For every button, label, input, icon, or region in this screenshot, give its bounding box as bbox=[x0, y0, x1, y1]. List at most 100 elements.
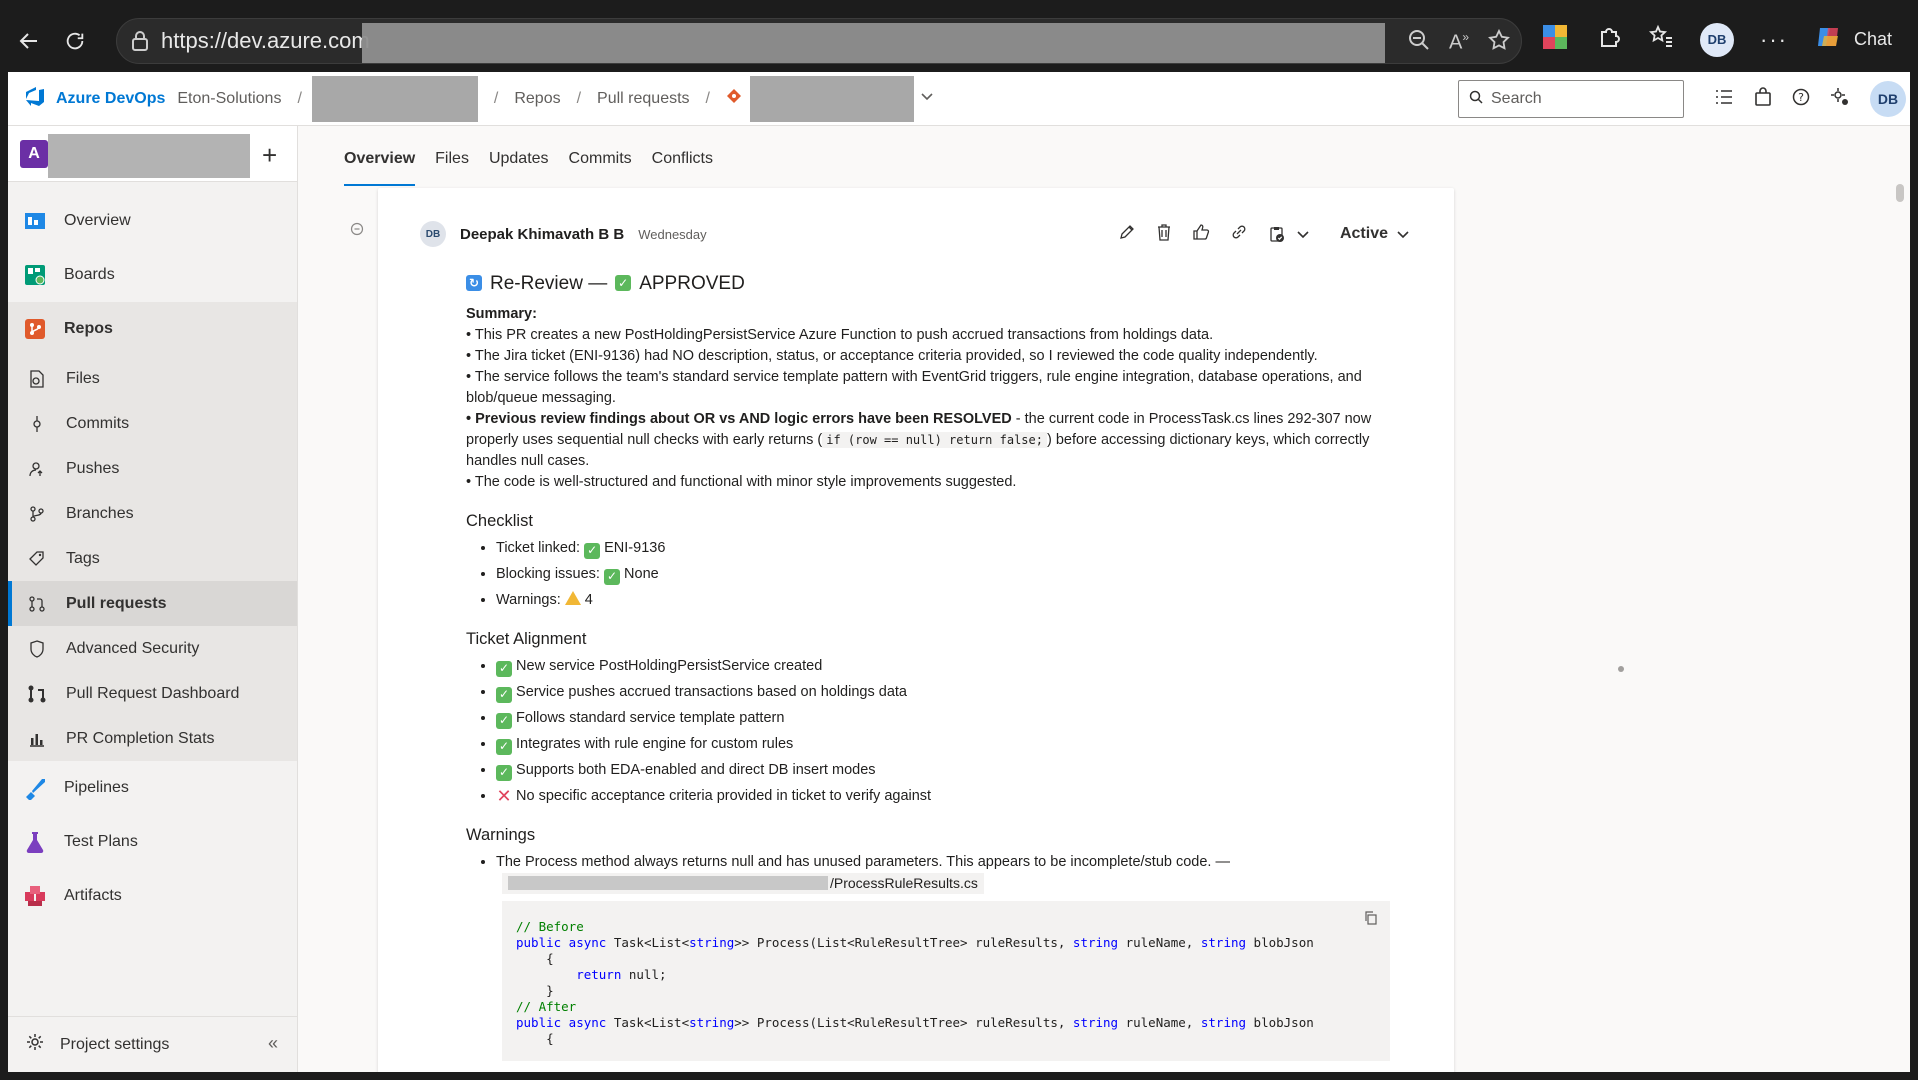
task-list-icon[interactable] bbox=[1714, 87, 1734, 112]
sidebar-item-repos[interactable]: Repos bbox=[8, 302, 297, 356]
code-type: string bbox=[689, 1015, 735, 1030]
top-navigation: Azure DevOps Eton-Solutions / / Repos / … bbox=[8, 72, 1910, 126]
breadcrumb-pull-requests[interactable]: Pull requests bbox=[597, 90, 690, 108]
sidebar-item-pr-completion-stats[interactable]: PR Completion Stats bbox=[8, 716, 297, 761]
overview-icon bbox=[20, 209, 50, 233]
resolve-status-icon[interactable] bbox=[1268, 225, 1310, 243]
bar-chart-icon bbox=[22, 730, 52, 748]
redacted-project[interactable] bbox=[311, 75, 478, 122]
sidebar-item-artifacts[interactable]: Artifacts bbox=[8, 869, 297, 923]
brand-label: Azure DevOps bbox=[56, 89, 166, 107]
artifacts-icon bbox=[20, 884, 50, 908]
sidebar-item-files[interactable]: Files bbox=[8, 356, 297, 401]
list-item: ✓ Service pushes accrued transactions ba… bbox=[496, 682, 1396, 703]
gear-icon bbox=[26, 1033, 44, 1056]
code-text: } bbox=[516, 983, 554, 998]
extension-icon[interactable] bbox=[1540, 22, 1570, 57]
read-aloud-icon[interactable]: A» bbox=[1449, 30, 1469, 55]
azure-devops-home[interactable]: Azure DevOps bbox=[22, 84, 165, 113]
chevron-down-icon[interactable] bbox=[920, 89, 934, 108]
summary-line: • The service follows the team's standar… bbox=[466, 369, 1362, 406]
commit-icon bbox=[22, 415, 52, 433]
summary-heading: Summary: bbox=[466, 306, 537, 322]
browser-profile-avatar[interactable]: DB bbox=[1700, 22, 1734, 57]
list-item: ✕ No specific acceptance criteria provid… bbox=[496, 786, 1396, 807]
file-path-ref[interactable]: /ProcessRuleResults.cs bbox=[502, 873, 984, 894]
sidebar-item-tags[interactable]: Tags bbox=[8, 536, 297, 581]
link-icon[interactable] bbox=[1230, 223, 1248, 246]
sidebar-item-boards[interactable]: Boards bbox=[8, 248, 297, 302]
sidebar-item-label: Pushes bbox=[66, 459, 120, 477]
help-icon[interactable]: ? bbox=[1792, 88, 1810, 111]
sidebar-item-label: Pipelines bbox=[64, 779, 129, 796]
back-icon[interactable] bbox=[10, 22, 48, 60]
boards-icon bbox=[20, 263, 50, 287]
sidebar-item-commits[interactable]: Commits bbox=[8, 401, 297, 446]
like-icon[interactable] bbox=[1192, 223, 1210, 246]
refresh-emoji-icon: ↻ bbox=[466, 275, 482, 291]
check-emoji-icon: ✓ bbox=[496, 712, 512, 729]
search-box[interactable]: Search bbox=[1458, 80, 1684, 118]
add-icon[interactable]: + bbox=[262, 140, 277, 171]
sidebar-item-advanced-security[interactable]: Advanced Security bbox=[8, 626, 297, 671]
checklist-label: Blocking issues: bbox=[496, 566, 600, 582]
refresh-icon[interactable] bbox=[56, 22, 94, 60]
code-keyword: public async bbox=[516, 1015, 607, 1030]
collapse-sidebar-icon[interactable]: « bbox=[268, 1033, 278, 1054]
scrollbar-thumb[interactable] bbox=[1896, 184, 1904, 202]
project-selector[interactable]: A + bbox=[8, 126, 297, 182]
redacted-url bbox=[362, 23, 1385, 63]
tag-icon bbox=[22, 550, 52, 568]
check-emoji-icon: ✓ bbox=[496, 764, 512, 781]
comment-status-dropdown[interactable]: Active bbox=[1340, 225, 1410, 243]
author-name: Deepak Khimavath B B bbox=[460, 225, 625, 243]
tab-overview[interactable]: Overview bbox=[344, 126, 416, 192]
sidebar-item-pipelines[interactable]: Pipelines bbox=[8, 761, 297, 815]
breadcrumb-separator: / bbox=[705, 89, 710, 107]
favorites-icon[interactable] bbox=[1648, 24, 1674, 55]
favorite-star-icon[interactable] bbox=[1487, 28, 1511, 57]
files-icon bbox=[22, 369, 52, 388]
code-text: { bbox=[516, 951, 554, 966]
tab-files[interactable]: Files bbox=[435, 126, 469, 192]
sidebar-item-branches[interactable]: Branches bbox=[8, 491, 297, 536]
copilot-button[interactable]: Chat bbox=[1814, 22, 1892, 57]
breadcrumb-repos[interactable]: Repos bbox=[514, 90, 560, 108]
comment-date: Wednesday bbox=[638, 226, 707, 242]
browser-toolbar: https://dev.azure.com A» DB ··· Chat bbox=[0, 14, 1918, 68]
user-avatar[interactable]: DB bbox=[1870, 81, 1906, 117]
project-settings[interactable]: Project settings « bbox=[8, 1016, 298, 1072]
checklist: Ticket linked: ✓ ENI-9136 Blocking issue… bbox=[466, 538, 1396, 611]
tab-conflicts[interactable]: Conflicts bbox=[652, 126, 713, 192]
copy-icon[interactable] bbox=[1364, 911, 1378, 929]
redacted-repo[interactable] bbox=[750, 75, 914, 122]
sidebar-item-label: Branches bbox=[66, 504, 134, 522]
sidebar-item-pull-requests[interactable]: Pull requests bbox=[8, 581, 297, 626]
list-item: ✓ Integrates with rule engine for custom… bbox=[496, 734, 1396, 755]
user-settings-icon[interactable] bbox=[1830, 87, 1850, 112]
sidebar-item-label: Boards bbox=[64, 266, 115, 283]
sidebar-item-label: Pull Request Dashboard bbox=[66, 684, 240, 702]
tab-updates[interactable]: Updates bbox=[489, 126, 549, 192]
code-text: Task<List< bbox=[606, 1015, 690, 1030]
sidebar-item-overview[interactable]: Overview bbox=[8, 194, 297, 248]
address-bar[interactable]: https://dev.azure.com A» bbox=[116, 18, 1522, 64]
sidebar: A + Overview Boards Repos Files Commits … bbox=[8, 126, 298, 1072]
repos-icon bbox=[20, 317, 50, 341]
list-item: ✓ Follows standard service template patt… bbox=[496, 708, 1396, 729]
tab-commits[interactable]: Commits bbox=[569, 126, 632, 192]
breadcrumb-org[interactable]: Eton-Solutions bbox=[177, 90, 281, 108]
delete-icon[interactable] bbox=[1156, 223, 1172, 246]
marketplace-bag-icon[interactable] bbox=[1754, 86, 1772, 112]
code-type: string bbox=[1072, 935, 1119, 950]
edit-icon[interactable] bbox=[1118, 223, 1136, 246]
more-icon[interactable]: ··· bbox=[1760, 27, 1788, 53]
puzzle-icon[interactable] bbox=[1596, 24, 1622, 55]
sidebar-item-label: Tags bbox=[66, 549, 100, 567]
sidebar-item-test-plans[interactable]: Test Plans bbox=[8, 815, 297, 869]
zoom-icon[interactable] bbox=[1407, 28, 1431, 57]
breadcrumb-separator: / bbox=[493, 89, 499, 107]
sidebar-item-pr-dashboard[interactable]: Pull Request Dashboard bbox=[8, 671, 297, 716]
checklist-value: None bbox=[624, 566, 659, 582]
sidebar-item-pushes[interactable]: Pushes bbox=[8, 446, 297, 491]
